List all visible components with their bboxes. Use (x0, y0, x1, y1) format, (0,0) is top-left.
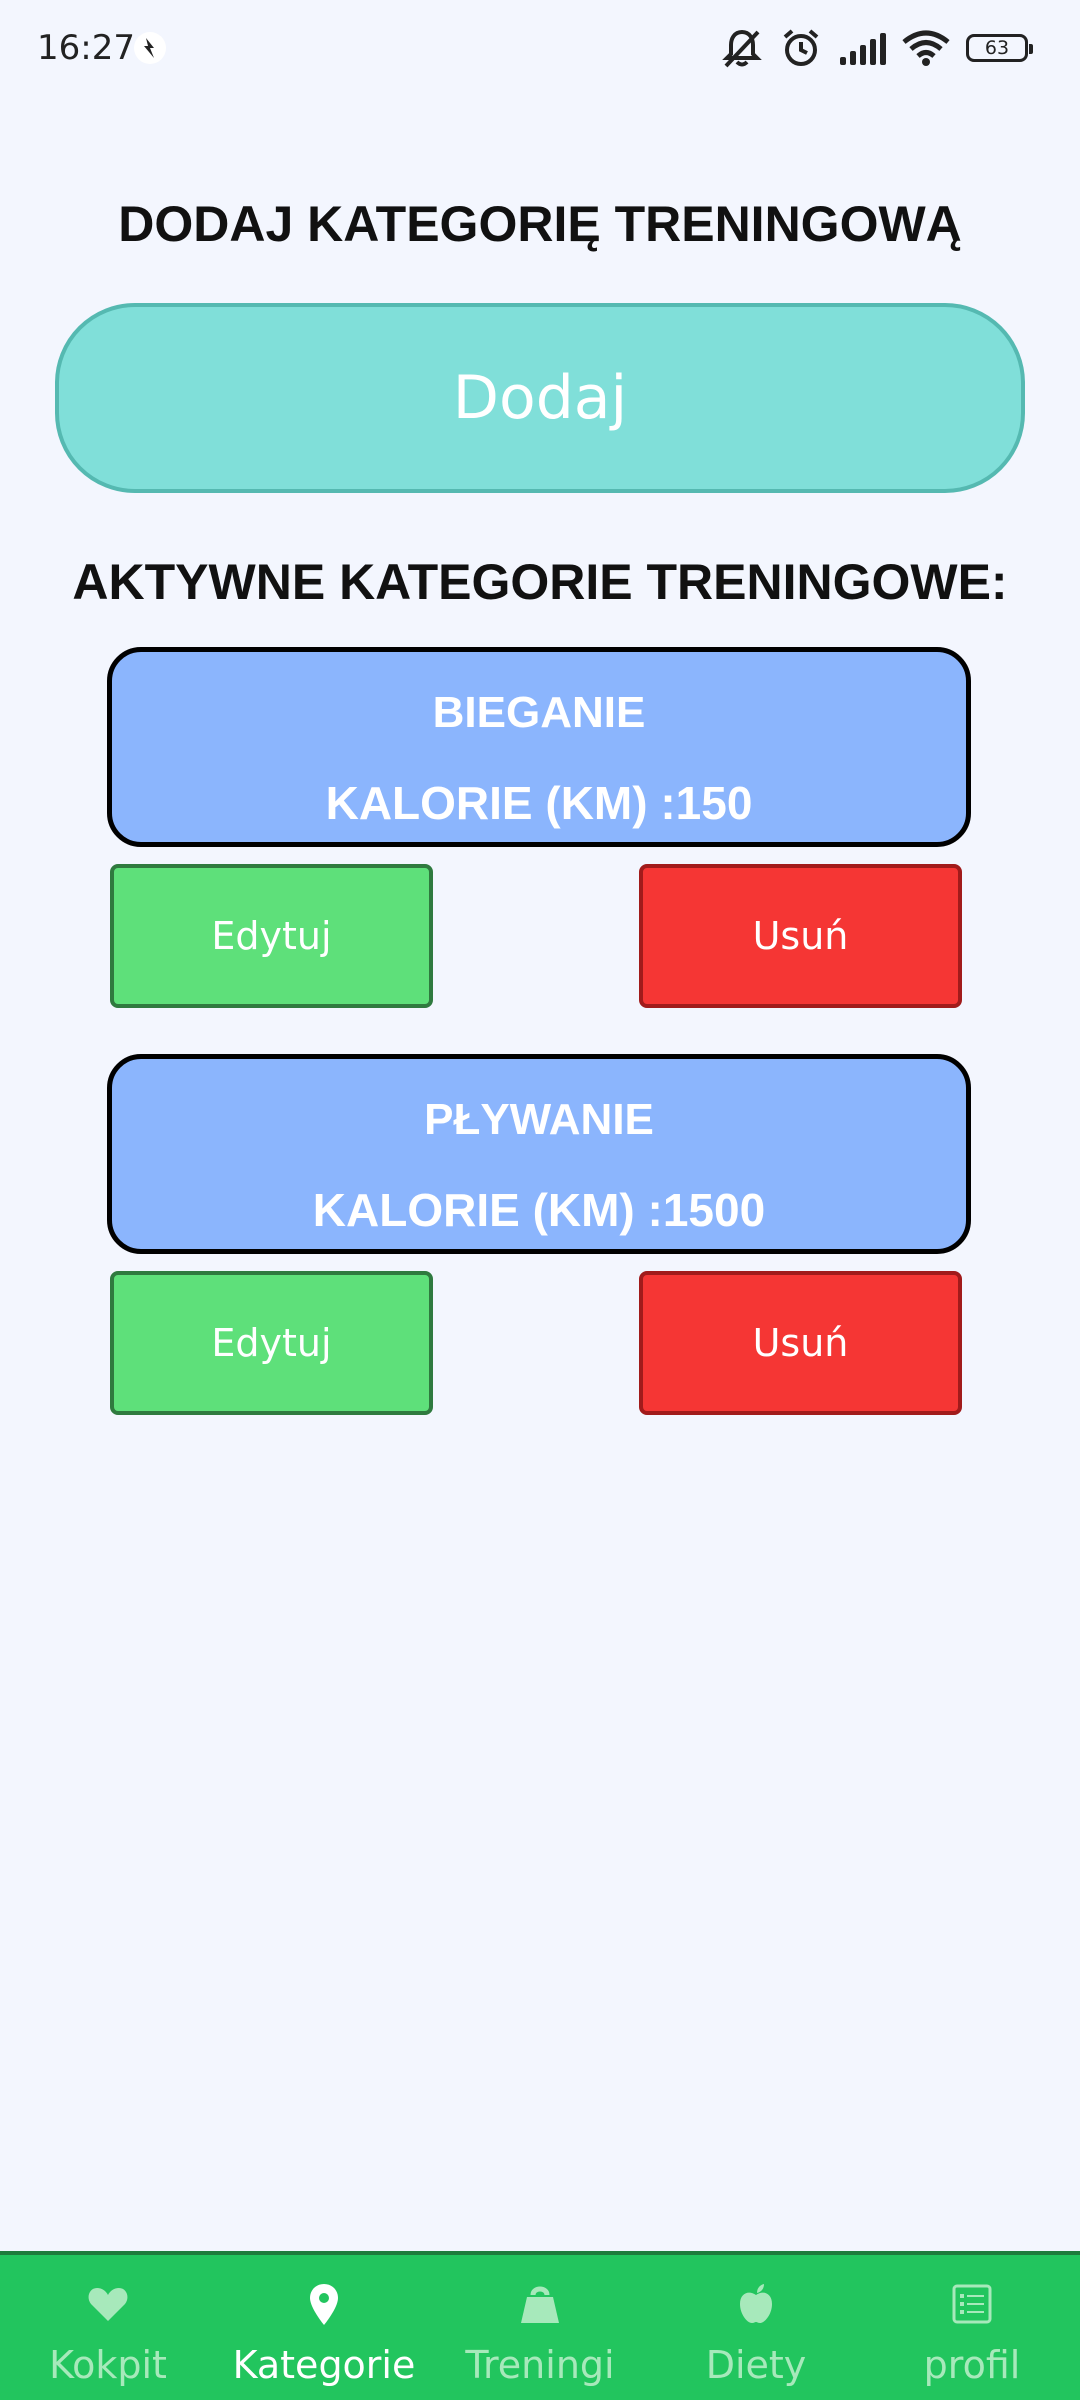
list-icon (949, 2281, 995, 2327)
nav-label: profil (923, 2343, 1021, 2387)
bottom-nav: Kokpit Kategorie Treningi Diety profil (0, 2251, 1080, 2400)
add-button[interactable]: Dodaj (55, 303, 1025, 493)
delete-button[interactable]: Usuń (639, 1271, 962, 1415)
nav-label: Kategorie (232, 2343, 416, 2387)
wifi-icon (902, 30, 950, 66)
nav-item-diety[interactable]: Diety (648, 2255, 864, 2400)
delete-button[interactable]: Usuń (639, 864, 962, 1008)
status-time: 16:27 (37, 28, 135, 68)
nav-label: Diety (705, 2343, 807, 2387)
alarm-icon (780, 27, 822, 69)
category-calories: KALORIE (KM) :150 (325, 777, 753, 829)
edit-button[interactable]: Edytuj (110, 1271, 433, 1415)
category-name: BIEGANIE (432, 688, 646, 737)
active-categories-heading: AKTYWNE KATEGORIE TRENINGOWE: (72, 554, 1008, 610)
muted-bell-icon (720, 26, 764, 70)
heart-icon (85, 2281, 131, 2327)
battery-icon: 63 (966, 34, 1033, 62)
nav-item-kategorie[interactable]: Kategorie (216, 2255, 432, 2400)
nav-item-kokpit[interactable]: Kokpit (0, 2255, 216, 2400)
category-card: BIEGANIE KALORIE (KM) :150 (107, 647, 971, 847)
signal-icon (838, 31, 886, 65)
nav-label: Treningi (465, 2343, 615, 2387)
apple-icon (733, 2281, 779, 2327)
status-icons: 63 (720, 24, 1033, 72)
status-bar: 16:27 63 (0, 0, 1080, 96)
category-calories: KALORIE (KM) :1500 (312, 1184, 766, 1236)
location-pin-icon (301, 2281, 347, 2327)
edit-button[interactable]: Edytuj (110, 864, 433, 1008)
notification-icon (132, 30, 168, 66)
category-name: PŁYWANIE (424, 1095, 654, 1144)
category-card: PŁYWANIE KALORIE (KM) :1500 (107, 1054, 971, 1254)
kettlebell-icon (517, 2281, 563, 2327)
add-category-heading: DODAJ KATEGORIĘ TRENINGOWĄ (118, 196, 962, 252)
nav-item-treningi[interactable]: Treningi (432, 2255, 648, 2400)
nav-label: Kokpit (49, 2343, 167, 2387)
nav-item-profil[interactable]: profil (864, 2255, 1080, 2400)
